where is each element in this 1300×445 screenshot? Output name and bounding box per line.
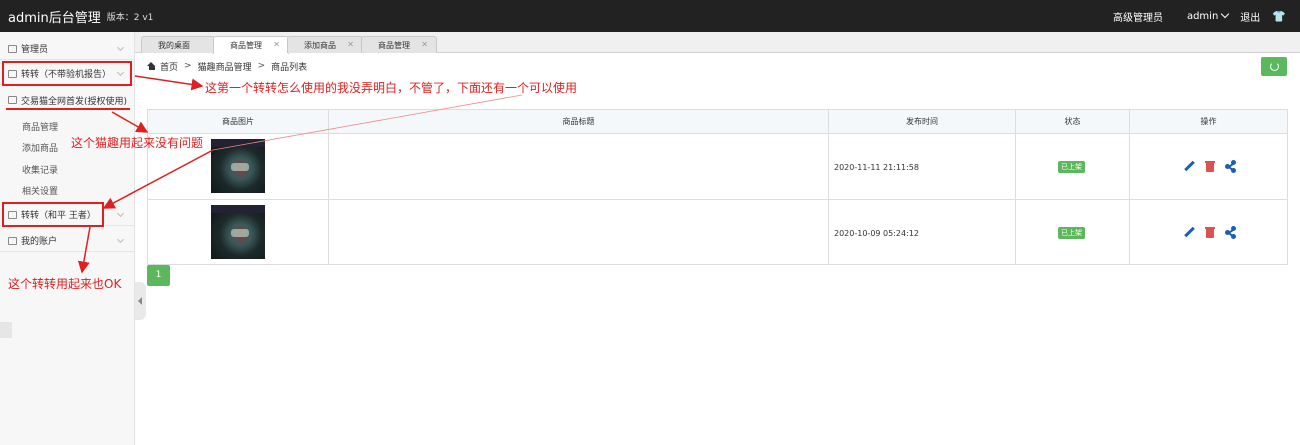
product-thumbnail[interactable] [211, 139, 265, 193]
status-badge: 已上架 [1058, 227, 1085, 239]
product-thumbnail[interactable] [211, 205, 265, 259]
product-title-cell [329, 200, 829, 265]
close-icon[interactable]: ✕ [347, 40, 354, 49]
chevron-left-icon [138, 297, 142, 305]
chevron-down-icon [116, 209, 125, 218]
publish-time-cell: 2020-10-09 05:24:12 [829, 200, 1016, 265]
role-label: 高级管理员 [1112, 12, 1163, 24]
edit-icon[interactable] [1183, 160, 1196, 173]
annotation-underline-jiaoyimao [6, 108, 130, 110]
tab-product-manage[interactable]: 商品管理 ✕ [213, 36, 289, 54]
brand-title: admin后台管理 [8, 10, 101, 26]
annotation-arrow-1 [134, 75, 204, 91]
breadcrumb-separator: > [184, 61, 192, 71]
close-icon[interactable]: ✕ [273, 40, 280, 49]
edit-icon[interactable] [1183, 226, 1196, 239]
table-row: 2020-10-09 05:24:12 已上架 [148, 200, 1287, 266]
sidebar-item-label: 交易猫全网首发(授权使用) [21, 96, 128, 107]
version-label: 版本：2 v1 [106, 12, 154, 23]
status-cell: 已上架 [1016, 134, 1130, 199]
top-right-menu: 高级管理员 admin 退出 👕 [1101, 0, 1286, 32]
breadcrumb: 首页 > 猫趣商品管理 > 商品列表 [147, 58, 307, 74]
submenu-settings[interactable]: 相关设置 [22, 184, 58, 197]
bag-icon [8, 96, 17, 104]
product-image-cell [148, 200, 329, 265]
delete-icon[interactable] [1204, 160, 1217, 173]
tab-label: 添加商品 [304, 40, 336, 50]
tab-label: 商品管理 [230, 41, 262, 50]
sidebar-item-my-account[interactable]: 我的账户 [0, 230, 135, 252]
tab-add-product[interactable]: 添加商品 ✕ [287, 36, 363, 53]
sidebar-item-admin[interactable]: 管理员 [0, 38, 135, 60]
breadcrumb-level2: 商品列表 [271, 62, 308, 73]
home-icon [147, 62, 156, 70]
annotation-note-3: 这个转转用起来也OK [8, 277, 122, 291]
status-cell: 已上架 [1016, 200, 1130, 265]
publish-time: 2020-10-09 05:24:12 [834, 229, 919, 238]
skin-icon[interactable]: 👕 [1272, 10, 1286, 23]
actions-cell [1130, 200, 1287, 265]
refresh-button[interactable] [1261, 57, 1287, 76]
submenu-add-product[interactable]: 添加商品 [22, 141, 58, 154]
tab-desktop[interactable]: 我的桌面 [141, 36, 215, 53]
publish-time: 2020-11-11 21:11:58 [834, 163, 919, 172]
chevron-down-icon [1221, 9, 1230, 18]
annotation-box-zhuanzhuan-heping [2, 202, 104, 227]
publish-time-cell: 2020-11-11 21:11:58 [829, 134, 1016, 199]
breadcrumb-home[interactable]: 首页 [160, 60, 178, 73]
chevron-down-icon [116, 235, 125, 244]
breadcrumb-level1[interactable]: 猫趣商品管理 [198, 60, 252, 73]
tab-product-manage-2[interactable]: 商品管理 ✕ [361, 36, 437, 53]
pagination-page-button[interactable]: 1 [147, 265, 170, 286]
column-header-time: 发布时间 [829, 110, 1016, 134]
side-mini-tab[interactable] [0, 322, 12, 338]
table-row: 2020-11-11 21:11:58 已上架 [148, 134, 1287, 200]
column-header-actions: 操作 [1200, 117, 1217, 126]
tab-label: 商品管理 [378, 40, 410, 50]
user-name: admin [1186, 10, 1219, 22]
admin-icon [8, 44, 17, 53]
product-table: 商品图片 商品标题 发布时间 状态 操作 2020-11-11 21:11:58… [147, 109, 1288, 265]
submenu-collect-records[interactable]: 收集记录 [22, 163, 58, 176]
sidebar-collapse-handle[interactable] [135, 282, 146, 320]
annotation-box-zhuanzhuan [2, 61, 132, 86]
tab-label: 我的桌面 [158, 40, 190, 50]
annotation-note-1: 这第一个转转怎么使用的我没弄明白，不管了，下面还有一个可以使用 [205, 81, 578, 95]
sidebar: 管理员 转转（不带验机报告） 交易猫全网首发(授权使用) 商品管理 添加商品 收… [0, 32, 135, 445]
annotation-note-2: 这个猫趣用起来没有问题 [71, 136, 204, 150]
sidebar-item-label: 管理员 [21, 45, 49, 55]
bag-icon [8, 236, 17, 245]
breadcrumb-separator: > [257, 61, 266, 71]
share-icon[interactable] [1225, 225, 1238, 239]
status-badge: 已上架 [1058, 161, 1085, 173]
column-header-status: 状态 [1016, 110, 1130, 134]
chevron-down-icon [116, 43, 125, 52]
close-icon[interactable]: ✕ [421, 40, 428, 49]
product-title-cell [329, 134, 829, 199]
delete-icon[interactable] [1204, 226, 1217, 239]
tabs-bar: 我的桌面 商品管理 ✕ 添加商品 ✕ 商品管理 ✕ [135, 32, 1300, 54]
share-icon[interactable] [1225, 159, 1238, 173]
column-header-image: 商品图片 [148, 110, 329, 134]
sidebar-item-label: 我的账户 [21, 237, 58, 247]
submenu-product-manage[interactable]: 商品管理 [22, 120, 58, 133]
user-menu[interactable]: admin [1175, 9, 1230, 22]
table-header: 商品图片 商品标题 发布时间 状态 操作 [148, 110, 1287, 134]
actions-cell [1130, 134, 1287, 199]
logout-link[interactable]: 退出 [1240, 9, 1260, 24]
column-header-title: 商品标题 [329, 110, 829, 134]
top-bar: admin后台管理 版本：2 v1 高级管理员 admin 退出 👕 [0, 0, 1300, 32]
